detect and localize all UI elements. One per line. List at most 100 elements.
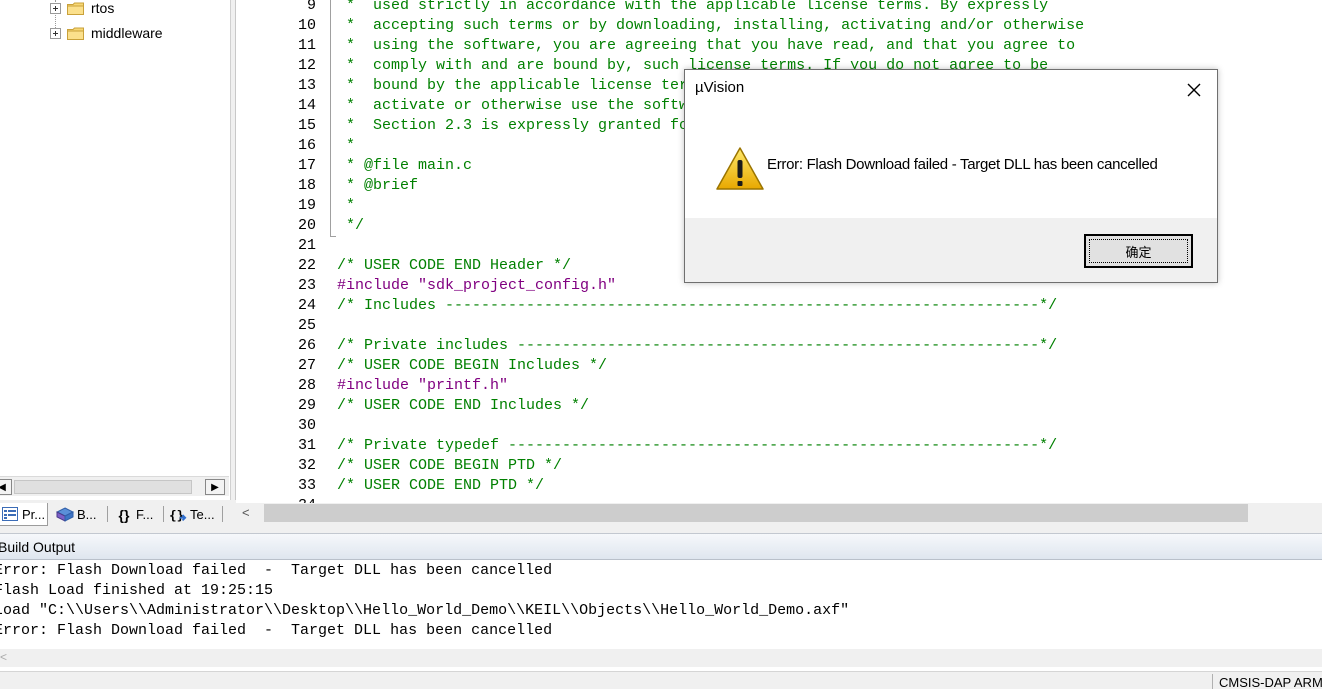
code-token: * <box>337 197 356 214</box>
output-line: Load "C:\\Users\\Administrator\\Desktop\… <box>0 602 850 619</box>
tab-functions[interactable]: {} F... <box>113 503 154 526</box>
code-token: * @file main.c <box>337 157 473 174</box>
code-line: /* USER CODE BEGIN PTD */ <box>337 456 562 476</box>
code-line: /* Private typedef ---------------------… <box>337 436 1057 456</box>
code-line: /* USER CODE BEGIN Includes */ <box>337 356 607 376</box>
scroll-right-arrow-icon[interactable]: ▶ <box>205 479 225 495</box>
line-number: 19 <box>297 197 316 214</box>
code-token: * <box>337 137 356 154</box>
tab-label: F... <box>136 507 154 522</box>
fold-marker-line <box>330 0 331 236</box>
dialog-message: Error: Flash Download failed - Target DL… <box>767 156 1158 173</box>
build-output-title: Build Output <box>0 539 76 555</box>
line-number: 17 <box>297 157 316 174</box>
output-line: Error: Flash Download failed - Target DL… <box>0 562 553 579</box>
code-line: #include "sdk_project_config.h" <box>337 276 616 296</box>
scroll-thumb[interactable] <box>14 480 192 494</box>
line-number: 15 <box>297 117 316 134</box>
project-panel-tabs: Pr... B... {} F... {} Te... <box>0 500 236 528</box>
code-token: /* USER CODE END Header */ <box>337 257 572 274</box>
line-number: 25 <box>297 317 316 334</box>
ok-button-label: 确定 <box>1125 244 1152 260</box>
tab-separator <box>107 506 108 522</box>
code-token: /* USER CODE BEGIN Includes */ <box>337 357 608 374</box>
code-token: * accepting such terms or by downloading… <box>337 17 1085 34</box>
line-number: 12 <box>297 57 316 74</box>
expand-icon[interactable] <box>50 2 61 14</box>
code-line: * accepting such terms or by downloading… <box>337 16 1084 36</box>
tree-item-label: rtos <box>91 0 115 16</box>
scroll-left-arrow-icon[interactable]: ◀ <box>0 479 12 495</box>
code-line: /* USER CODE END Header */ <box>337 256 571 276</box>
line-number: 16 <box>297 137 316 154</box>
line-number: 31 <box>297 437 316 454</box>
code-token: /* USER CODE BEGIN PTD */ <box>337 457 563 474</box>
tree-item-rtos[interactable]: rtos <box>50 0 114 17</box>
folder-icon <box>67 27 84 40</box>
code-token: /* Private typedef ---------------------… <box>337 437 1058 454</box>
output-line: Error: Flash Download failed - Target DL… <box>0 622 553 639</box>
build-output-panel: Build Output Error: Flash Download faile… <box>0 533 1322 673</box>
close-icon[interactable] <box>1185 81 1203 99</box>
code-line: * <box>337 196 355 216</box>
code-line: */ <box>337 216 364 236</box>
scroll-left-arrow-icon[interactable]: < <box>0 650 7 664</box>
code-token: /* Private includes --------------------… <box>337 337 1058 354</box>
project-panel: rtos middleware ◀ ▶ <box>0 0 230 500</box>
scroll-left-arrow-icon[interactable]: < <box>242 505 250 520</box>
status-bar: CMSIS-DAP ARM <box>0 671 1322 689</box>
code-line: /* USER CODE END PTD */ <box>337 476 544 496</box>
tab-templates[interactable]: {} Te... <box>167 503 215 526</box>
dialog-title: µVision <box>695 79 745 96</box>
code-line: * @file main.c <box>337 156 472 176</box>
line-number: 23 <box>297 277 316 294</box>
templates-icon: {} <box>169 507 187 523</box>
code-line: * used strictly in accordance with the a… <box>337 0 1048 16</box>
line-number: 10 <box>297 17 316 34</box>
tab-separator <box>163 506 164 522</box>
code-line: * using the software, you are agreeing t… <box>337 36 1075 56</box>
editor-bottom-strip <box>236 523 1322 533</box>
code-token: "printf.h" <box>418 377 509 394</box>
editor-hscrollbar[interactable]: < <box>236 503 1322 523</box>
ok-button[interactable]: 确定 <box>1084 234 1193 268</box>
expand-icon[interactable] <box>50 27 61 39</box>
line-number: 22 <box>297 257 316 274</box>
debugger-status: CMSIS-DAP ARM <box>1219 675 1322 689</box>
code-line: #include "printf.h" <box>337 376 508 396</box>
code-line: /* Private includes --------------------… <box>337 336 1057 356</box>
line-number: 29 <box>297 397 316 414</box>
line-number: 21 <box>297 237 316 254</box>
line-number: 26 <box>297 337 316 354</box>
code-token: * used strictly in accordance with the a… <box>337 0 1049 14</box>
code-token: /* Includes ----------------------------… <box>337 297 1058 314</box>
build-output-hscrollbar[interactable]: < <box>0 649 1322 667</box>
build-output-header: Build Output <box>0 533 1322 560</box>
tab-label: B... <box>77 507 97 522</box>
tab-label: Pr... <box>22 506 46 522</box>
fold-marker-end <box>330 236 336 237</box>
tab-books[interactable]: B... <box>54 503 97 526</box>
project-icon <box>1 506 19 522</box>
line-number: 11 <box>297 37 316 54</box>
line-number: 20 <box>297 217 316 234</box>
line-number: 27 <box>297 357 316 374</box>
code-token: /* USER CODE END PTD */ <box>337 477 545 494</box>
code-token: "sdk_project_config.h" <box>418 277 617 294</box>
error-dialog: µVision Error: Flash Download failed - T… <box>684 69 1218 283</box>
tab-project[interactable]: Pr... <box>0 503 48 526</box>
line-number: 14 <box>297 97 316 114</box>
code-token: /* USER CODE END Includes */ <box>337 397 590 414</box>
code-token: #include <box>337 277 419 294</box>
code-token: #include <box>337 377 419 394</box>
code-line: * @brief <box>337 176 418 196</box>
code-token: */ <box>337 217 365 234</box>
project-hscrollbar[interactable]: ◀ ▶ <box>0 476 229 496</box>
tree-item-middleware[interactable]: middleware <box>50 24 163 42</box>
code-line: /* USER CODE END Includes */ <box>337 396 589 416</box>
line-number-gutter: 9 10 11 12 13 14 15 16 17 18 19 20 21 22 23 24 25 26 27 28 2… <box>236 0 326 514</box>
svg-text:{}: {} <box>169 507 184 522</box>
scroll-thumb[interactable] <box>264 504 1248 522</box>
warning-icon <box>716 147 764 190</box>
line-number: 28 <box>297 377 316 394</box>
